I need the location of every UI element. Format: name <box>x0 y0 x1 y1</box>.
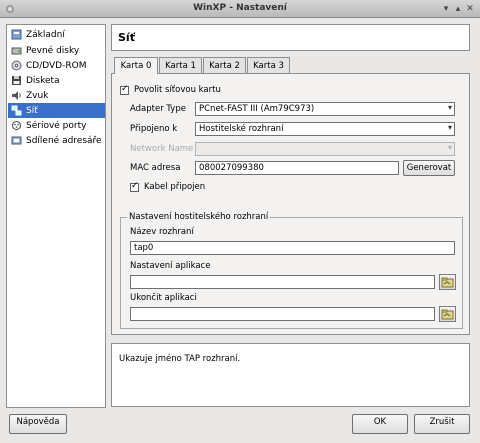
interface-name-value: tap0 <box>134 243 154 253</box>
adapter-type-value: PCnet-FAST III (Am79C973) <box>199 104 315 114</box>
host-interface-legend: Nastavení hostitelského rozhraní <box>127 212 271 222</box>
tab-card-0[interactable]: Karta 0 <box>114 57 158 74</box>
ok-button-label: OK <box>373 417 387 427</box>
sidebar-item-audio[interactable]: Zvuk <box>8 88 105 103</box>
page-title: Síť <box>118 31 135 44</box>
sidebar-item-network[interactable]: Síť <box>8 103 105 118</box>
cable-connected-checkbox[interactable]: ✓ <box>130 181 139 192</box>
speaker-icon <box>11 90 22 101</box>
sidebar-item-label: Síť <box>26 105 38 116</box>
tab-label: Karta 3 <box>253 61 284 71</box>
chevron-down-icon: ▾ <box>447 103 452 112</box>
interface-name-label: Název rozhraní <box>130 227 194 237</box>
cancel-button[interactable]: Zrušit <box>414 414 470 434</box>
sidebar-item-label: Disketa <box>26 75 60 86</box>
sidebar-item-label: Základní <box>26 29 65 40</box>
host-interface-groupbox: Nastavení hostitelského rozhraní Název r… <box>120 212 463 329</box>
network-name-select[interactable]: ▾ <box>195 142 455 156</box>
teardown-application-label: Ukončit aplikaci <box>130 293 197 303</box>
description-box: Ukazuje jméno TAP rozhraní. <box>111 343 470 407</box>
cable-connected-label: Kabel připojen <box>144 182 206 192</box>
folder-open-icon <box>441 277 454 288</box>
sidebar-item-label: Sériové porty <box>26 120 87 131</box>
checkmark-icon: ✓ <box>121 84 129 94</box>
sidebar-item-hard-disks[interactable]: Pevné disky <box>8 43 105 58</box>
interface-name-field[interactable]: tap0 <box>130 241 455 255</box>
teardown-application-field[interactable] <box>130 307 435 321</box>
hard-disk-icon <box>11 45 22 56</box>
help-button[interactable]: Nápověda <box>9 414 67 434</box>
floppy-icon <box>11 75 22 86</box>
window-title: WinXP - Nastavení <box>193 3 287 13</box>
minimize-icon[interactable]: ▾ <box>440 3 452 15</box>
sidebar-item-serial-ports[interactable]: Sériové porty <box>8 118 105 133</box>
tab-label: Karta 2 <box>209 61 240 71</box>
network-name-label: Network Name <box>130 144 194 154</box>
chevron-down-icon: ▾ <box>447 143 452 152</box>
settings-category-list: Základní Pevné disky CD/DVD-ROM Disketa … <box>6 24 106 408</box>
sidebar-item-general[interactable]: Základní <box>8 27 105 42</box>
setup-application-field[interactable] <box>130 275 435 289</box>
page-title-box: Síť <box>111 24 470 51</box>
mac-address-field[interactable]: 080027099380 <box>195 161 399 175</box>
sidebar-item-cd-dvd[interactable]: CD/DVD-ROM <box>8 58 105 73</box>
sidebar-item-label: Zvuk <box>26 90 49 101</box>
mac-address-value: 080027099380 <box>199 163 264 173</box>
browse-setup-button[interactable] <box>439 274 456 290</box>
chevron-down-icon: ▾ <box>447 123 452 132</box>
maximize-icon[interactable]: ▴ <box>452 3 464 15</box>
mac-address-label: MAC adresa <box>130 163 181 173</box>
network-adapter-panel: ✓ Povolit síťovou kartu Adapter Type PCn… <box>111 73 470 335</box>
tab-card-3[interactable]: Karta 3 <box>247 57 290 73</box>
sidebar-item-label: CD/DVD-ROM <box>26 60 87 71</box>
attached-to-select[interactable]: Hostitelské rozhraní ▾ <box>195 122 455 136</box>
sidebar-item-label: Pevné disky <box>26 45 80 56</box>
adapter-type-label: Adapter Type <box>130 104 186 114</box>
settings-icon <box>11 29 22 40</box>
setup-application-label: Nastavení aplikace <box>130 261 211 271</box>
cancel-button-label: Zrušit <box>429 417 455 427</box>
checkmark-icon: ✓ <box>131 181 139 191</box>
tab-card-1[interactable]: Karta 1 <box>159 57 202 73</box>
generate-mac-button[interactable]: Generovat <box>403 160 455 176</box>
title-bar: WinXP - Nastavení ▾ ▴ ✕ <box>0 0 480 18</box>
enable-adapter-checkbox[interactable]: ✓ <box>120 84 129 95</box>
folder-open-icon <box>441 309 454 320</box>
network-icon <box>11 105 22 116</box>
enable-adapter-label: Povolit síťovou kartu <box>134 85 221 95</box>
attached-to-value: Hostitelské rozhraní <box>199 124 284 134</box>
sidebar-item-shared-folders[interactable]: Sdílené adresáře <box>8 133 105 148</box>
generate-mac-label: Generovat <box>406 163 452 173</box>
settings-dialog: WinXP - Nastavení ▾ ▴ ✕ Základní Pevné d… <box>0 0 480 443</box>
tab-label: Karta 0 <box>120 61 152 71</box>
description-text: Ukazuje jméno TAP rozhraní. <box>119 354 241 364</box>
help-button-label: Nápověda <box>16 417 60 427</box>
tab-card-2[interactable]: Karta 2 <box>203 57 246 73</box>
sidebar-item-floppy[interactable]: Disketa <box>8 73 105 88</box>
close-icon[interactable]: ✕ <box>464 3 476 15</box>
ok-button[interactable]: OK <box>352 414 408 434</box>
browse-teardown-button[interactable] <box>439 306 456 322</box>
sidebar-item-label: Sdílené adresáře <box>26 135 102 146</box>
serial-port-icon <box>11 120 22 131</box>
tab-label: Karta 1 <box>165 61 196 71</box>
adapter-type-select[interactable]: PCnet-FAST III (Am79C973) ▾ <box>195 102 455 116</box>
cd-icon <box>11 60 22 71</box>
attached-to-label: Připojeno k <box>130 124 178 134</box>
shared-folder-icon <box>11 135 22 146</box>
